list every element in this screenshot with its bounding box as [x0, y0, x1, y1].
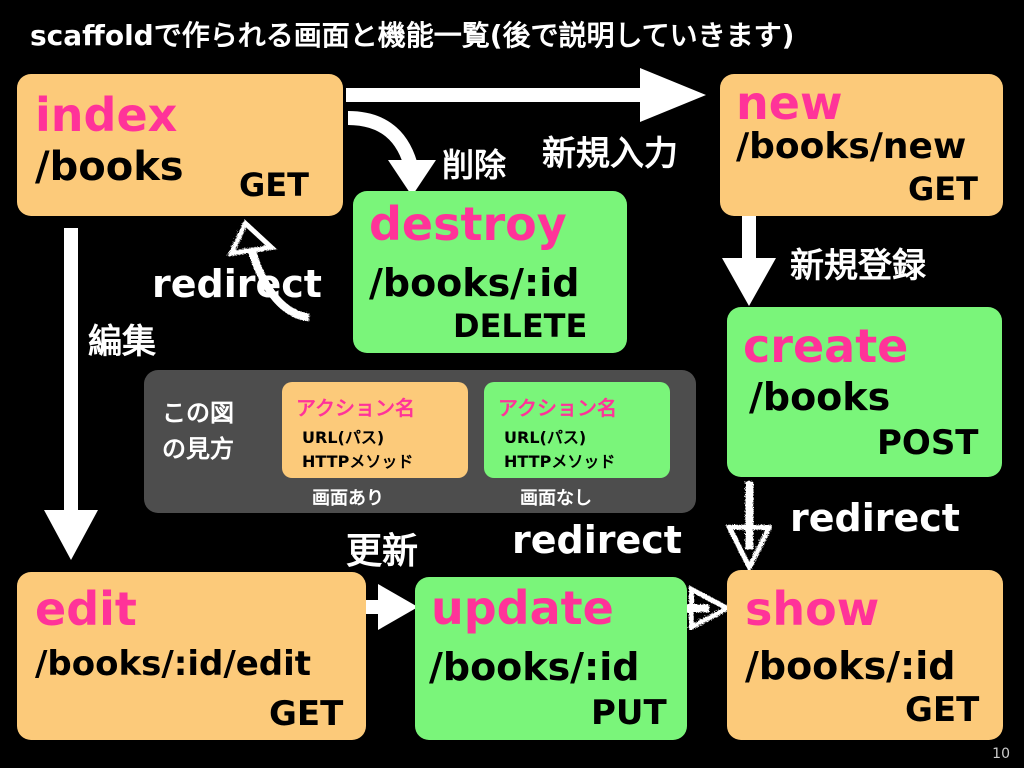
action-name-edit: edit: [35, 582, 137, 636]
action-name-create: create: [743, 319, 909, 373]
legend-url: URL(パス): [504, 428, 587, 447]
legend-heading-line1: この図: [162, 399, 234, 427]
label-edit: 編集: [88, 322, 156, 362]
arrow-index-to-new: [346, 68, 706, 122]
legend-caption-without-screen: 画面なし: [520, 488, 592, 509]
action-path-show: /books/:id: [745, 644, 956, 688]
action-method-create: POST: [877, 423, 979, 463]
label-redirect-create: redirect: [790, 496, 960, 540]
action-path-create: /books: [749, 375, 891, 419]
label-update: 更新: [346, 531, 419, 572]
action-method-update: PUT: [591, 693, 667, 733]
legend-action-name: アクション名: [296, 396, 415, 420]
action-name-destroy: destroy: [369, 197, 567, 251]
action-name-show: show: [745, 582, 880, 636]
legend-heading-line2: の見方: [162, 435, 234, 463]
legend-box-without-screen: アクション名 URL(パス) HTTPメソッド: [484, 382, 670, 478]
label-redirect-update: redirect: [512, 518, 682, 562]
legend-http-method: HTTPメソッド: [504, 452, 616, 471]
action-path-index: /books: [35, 144, 184, 190]
action-box-destroy: destroy /books/:id DELETE: [353, 191, 627, 353]
legend-url: URL(パス): [302, 428, 385, 447]
action-method-new: GET: [908, 170, 978, 208]
legend-caption-with-screen: 画面あり: [312, 488, 384, 509]
legend-http-method: HTTPメソッド: [302, 452, 414, 471]
arrow-redirect-create-to-show: [723, 480, 773, 572]
action-path-new: /books/new: [736, 126, 967, 167]
action-path-destroy: /books/:id: [369, 261, 580, 305]
label-new-register: 新規登録: [790, 246, 926, 286]
label-delete: 削除: [442, 146, 507, 184]
arrow-index-to-destroy: [347, 111, 436, 196]
action-method-show: GET: [905, 690, 980, 730]
arrow-new-to-create: [722, 216, 776, 306]
label-redirect-destroy: redirect: [152, 262, 322, 306]
legend-box-with-screen: アクション名 URL(パス) HTTPメソッド: [282, 382, 468, 478]
action-method-edit: GET: [269, 694, 344, 734]
action-path-update: /books/:id: [429, 645, 640, 689]
action-path-edit: /books/:id/edit: [35, 644, 312, 684]
arrow-index-to-edit: [44, 228, 98, 560]
action-box-create: create /books POST: [727, 307, 1002, 477]
action-box-index: index /books GET: [17, 74, 343, 216]
label-new-input: 新規入力: [542, 134, 678, 174]
legend-panel: この図 の見方 アクション名 URL(パス) HTTPメソッド 画面あり アクシ…: [144, 370, 696, 513]
legend-action-name: アクション名: [498, 396, 617, 420]
action-method-destroy: DELETE: [453, 307, 588, 345]
action-box-update: update /books/:id PUT: [415, 577, 687, 740]
action-name-update: update: [431, 581, 614, 635]
action-box-edit: edit /books/:id/edit GET: [17, 572, 366, 740]
action-box-show: show /books/:id GET: [727, 570, 1003, 740]
action-name-index: index: [35, 88, 178, 142]
page-number: 10: [992, 746, 1010, 762]
action-name-new: new: [736, 76, 843, 130]
action-box-new: new /books/new GET: [720, 74, 1003, 216]
action-method-index: GET: [239, 166, 309, 204]
